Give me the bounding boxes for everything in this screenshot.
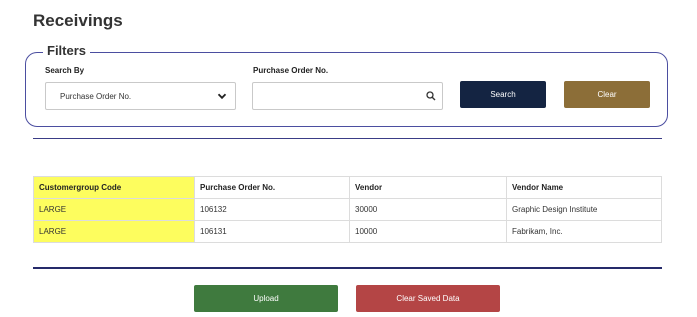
divider	[33, 138, 662, 139]
column-header-vendor[interactable]: Vendor	[349, 176, 507, 199]
po-number-input[interactable]	[252, 82, 443, 110]
po-number-label: Purchase Order No.	[253, 66, 329, 75]
cell-po-number: 106132	[194, 198, 350, 221]
cell-customergroup-code: LARGE	[33, 198, 195, 221]
clear-button[interactable]: Clear	[564, 81, 650, 108]
chevron-down-icon	[217, 93, 227, 100]
search-by-select[interactable]: Purchase Order No.	[45, 82, 236, 110]
table-header-row: Customergroup Code Purchase Order No. Ve…	[33, 176, 662, 199]
column-header-po-number[interactable]: Purchase Order No.	[194, 176, 350, 199]
search-by-label: Search By	[45, 66, 85, 75]
search-icon[interactable]	[426, 91, 436, 101]
search-by-value: Purchase Order No.	[60, 91, 132, 101]
cell-customergroup-code: LARGE	[33, 220, 195, 243]
column-header-customergroup-code[interactable]: Customergroup Code	[33, 176, 195, 199]
divider	[33, 267, 662, 269]
cell-vendor: 10000	[349, 220, 507, 243]
column-header-vendor-name[interactable]: Vendor Name	[506, 176, 662, 199]
cell-po-number: 106131	[194, 220, 350, 243]
table-row[interactable]: LARGE 106131 10000 Fabrikam, Inc.	[33, 220, 662, 243]
filters-legend: Filters	[43, 43, 91, 58]
upload-button[interactable]: Upload	[194, 285, 338, 312]
cell-vendor-name: Graphic Design Institute	[506, 198, 662, 221]
page-title: Receivings	[33, 11, 123, 30]
clear-saved-data-button[interactable]: Clear Saved Data	[356, 285, 500, 312]
cell-vendor: 30000	[349, 198, 507, 221]
receivings-table: Customergroup Code Purchase Order No. Ve…	[33, 176, 662, 243]
cell-vendor-name: Fabrikam, Inc.	[506, 220, 662, 243]
table-row[interactable]: LARGE 106132 30000 Graphic Design Instit…	[33, 198, 662, 221]
search-button[interactable]: Search	[460, 81, 546, 108]
